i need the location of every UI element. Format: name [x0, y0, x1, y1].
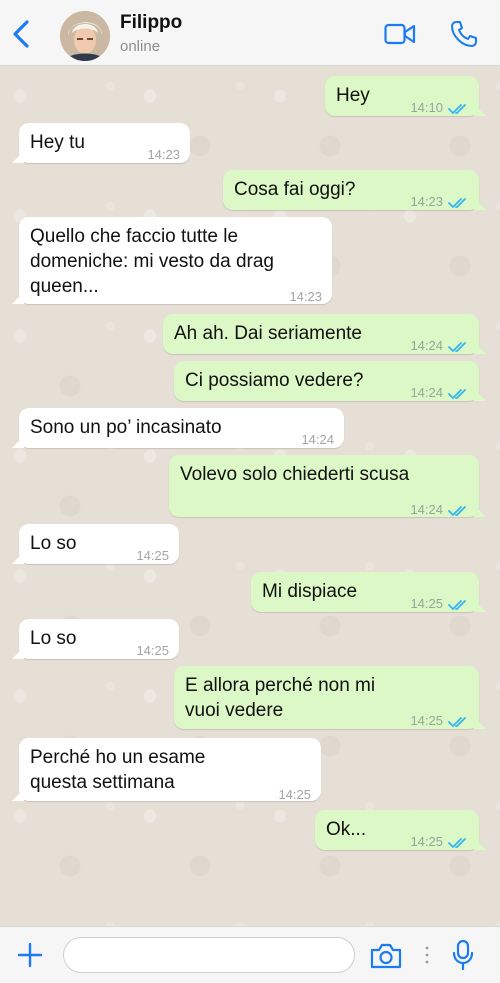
phone-icon[interactable] [450, 20, 478, 48]
message-outgoing[interactable]: Cosa fai oggi? 14:23 [223, 170, 486, 210]
composer-bar [0, 926, 500, 983]
message-input[interactable] [63, 937, 355, 973]
message-text: E allora perché non mi vuoi vedere [185, 675, 376, 721]
message-incoming[interactable]: Lo so 14:25 [12, 524, 179, 564]
message-time: 14:25 [136, 643, 169, 658]
message-text: Volevo solo chiederti scusa [180, 464, 410, 485]
message-incoming[interactable]: Quello che faccio tutte le domeniche: mi… [12, 217, 332, 304]
contact-name[interactable]: Filippo [120, 12, 182, 34]
message-incoming[interactable]: Hey tu 14:23 [12, 123, 190, 163]
read-ticks-icon [448, 335, 470, 353]
message-time: 14:10 [410, 100, 443, 115]
message-time: 14:24 [410, 385, 443, 400]
message-outgoing[interactable]: Mi dispiace 14:25 [251, 572, 486, 612]
read-ticks-icon [448, 831, 470, 849]
message-text: Hey tu [30, 132, 85, 153]
message-text: Lo so [30, 628, 77, 649]
read-ticks-icon [448, 499, 470, 517]
message-time: 14:23 [289, 289, 322, 304]
microphone-icon[interactable] [451, 939, 475, 971]
contact-status: online [120, 38, 161, 55]
chat-area[interactable]: Hey 14:10 Hey tu 14:23 Cosa fai oggi? 14… [0, 66, 500, 926]
message-text: Ok... [326, 819, 367, 840]
message-text: Sono un po’ incasinato [30, 417, 222, 438]
message-outgoing[interactable]: Hey 14:10 [325, 76, 486, 116]
message-time: 14:25 [410, 596, 443, 611]
read-ticks-icon [448, 593, 470, 611]
message-text: Hey [336, 85, 370, 106]
read-ticks-icon [448, 710, 470, 728]
message-time: 14:24 [410, 502, 443, 517]
message-outgoing[interactable]: Ok... 14:25 [315, 810, 486, 850]
message-text: Quello che faccio tutte le domeniche: mi… [30, 226, 274, 297]
message-outgoing[interactable]: E allora perché non mi vuoi vedere 14:25 [174, 666, 486, 729]
message-time: 14:25 [136, 548, 169, 563]
message-time: 14:24 [410, 338, 443, 353]
message-incoming[interactable]: Sono un po’ incasinato 14:24 [12, 408, 344, 448]
message-outgoing[interactable]: Volevo solo chiederti scusa 14:24 [169, 455, 486, 517]
plus-icon[interactable] [16, 941, 44, 969]
avatar[interactable] [60, 11, 110, 61]
message-text: Ah ah. Dai seriamente [174, 323, 362, 344]
video-call-icon[interactable] [384, 22, 416, 46]
message-outgoing[interactable]: Ah ah. Dai seriamente 14:24 [163, 314, 486, 354]
message-outgoing[interactable]: Ci possiamo vedere? 14:24 [174, 361, 486, 401]
read-ticks-icon [448, 382, 470, 400]
message-text: Ci possiamo vedere? [185, 370, 364, 391]
chat-header: Filippo online [0, 0, 500, 66]
back-chevron-icon[interactable] [8, 18, 34, 50]
message-time: 14:23 [147, 147, 180, 162]
message-text: Lo so [30, 533, 77, 554]
message-text: Mi dispiace [262, 581, 358, 602]
message-text: Perché ho un esame questa settimana [30, 747, 206, 793]
message-time: 14:23 [410, 194, 443, 209]
message-time: 14:25 [278, 787, 311, 802]
message-time: 14:25 [410, 834, 443, 849]
camera-icon[interactable] [369, 942, 403, 970]
message-time: 14:24 [301, 432, 334, 447]
message-text: Cosa fai oggi? [234, 179, 356, 200]
message-time: 14:25 [410, 713, 443, 728]
message-incoming[interactable]: Lo so 14:25 [12, 619, 179, 659]
read-ticks-icon [448, 191, 470, 209]
read-ticks-icon [448, 97, 470, 115]
more-dots-icon[interactable] [424, 944, 430, 966]
message-incoming[interactable]: Perché ho un esame questa settimana 14:2… [12, 738, 321, 802]
